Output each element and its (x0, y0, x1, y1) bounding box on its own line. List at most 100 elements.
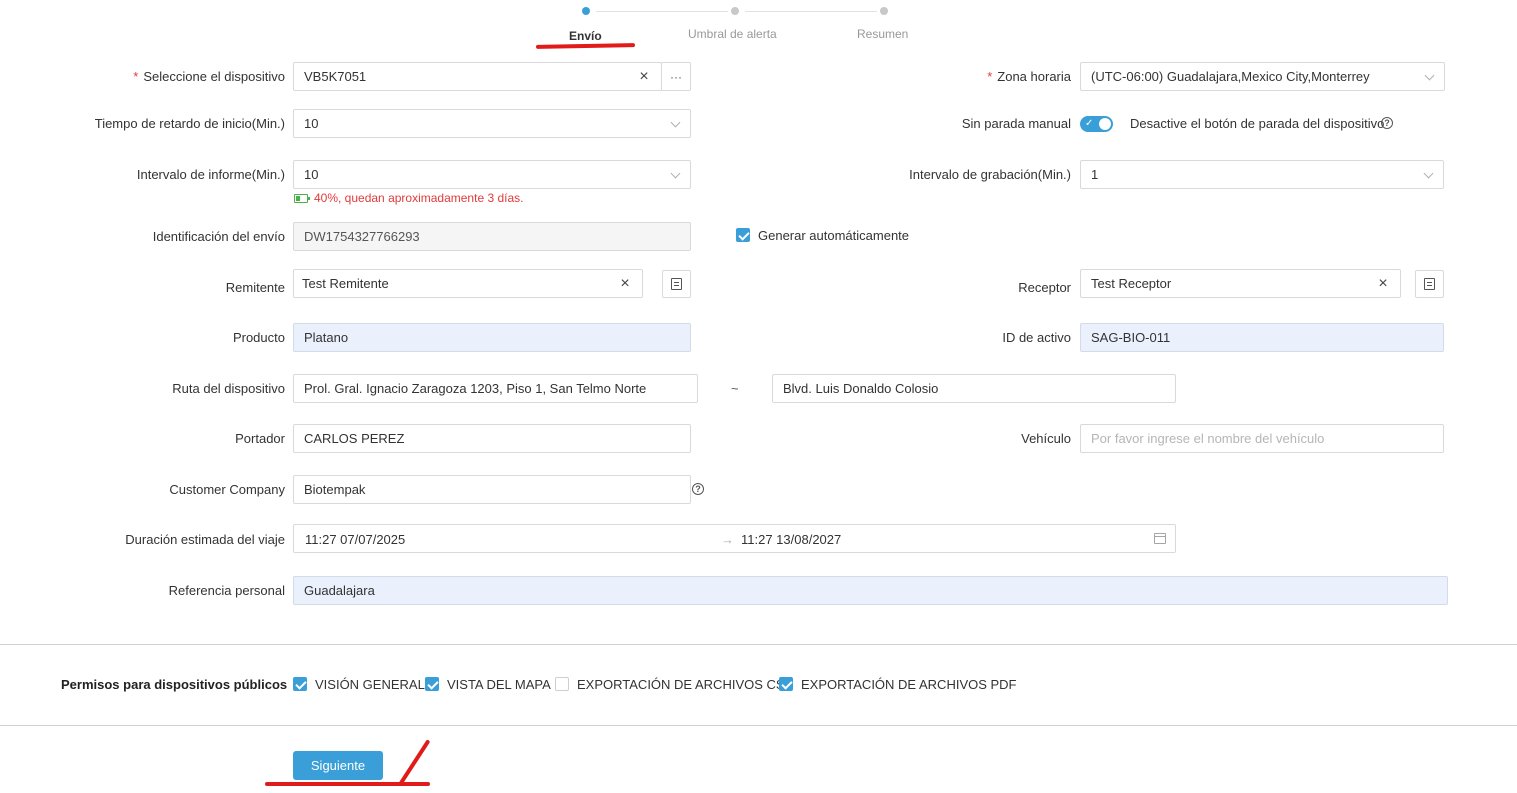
customer-company-input[interactable]: Biotempak (293, 475, 691, 504)
section-divider (0, 725, 1517, 726)
shipment-id-value: DW1754327766293 (304, 229, 420, 244)
chevron-down-icon (1423, 170, 1433, 180)
more-icon: ··· (670, 69, 682, 84)
start-delay-value: 10 (304, 116, 319, 131)
annotation-underline-button (265, 782, 430, 786)
chevron-down-icon (1424, 72, 1434, 82)
permission-overview-label: VISIÓN GENERAL (315, 677, 425, 692)
trip-duration-range[interactable]: 11:27 07/07/2025 → 11:27 13/08/2027 (293, 524, 1176, 553)
carrier-input[interactable]: CARLOS PEREZ (293, 424, 691, 453)
device-more-button[interactable]: ··· (661, 62, 691, 91)
permission-pdf-checkbox[interactable] (779, 677, 793, 691)
shipment-id-input[interactable]: DW1754327766293 (293, 222, 691, 251)
vehicle-label: Vehículo (1021, 431, 1071, 446)
device-value: VB5K7051 (304, 69, 367, 84)
receiver-value: Test Receptor (1091, 276, 1172, 291)
carrier-label: Portador (235, 431, 285, 446)
permission-pdf-label: EXPORTACIÓN DE ARCHIVOS PDF (801, 677, 1017, 692)
step-resumen[interactable]: Resumen (857, 27, 908, 41)
sender-book-button[interactable] (662, 270, 691, 298)
next-button[interactable]: Siguiente (293, 751, 383, 780)
step-connector (745, 11, 877, 12)
timezone-label: * Zona horaria (987, 69, 1071, 84)
annotation-check-stroke (397, 739, 431, 787)
receiver-label: Receptor (1018, 280, 1071, 295)
permission-csv-checkbox[interactable] (555, 677, 569, 691)
range-arrow-icon: → (721, 532, 734, 547)
step-dot-envio (582, 7, 590, 15)
timezone-select[interactable]: (UTC-06:00) Guadalajara,Mexico City,Mont… (1080, 62, 1445, 91)
manual-stop-label: Sin parada manual (961, 116, 1071, 131)
customer-company-value: Biotempak (304, 482, 366, 497)
auto-generate-checkbox[interactable] (736, 228, 750, 242)
step-dot-umbral (731, 7, 739, 15)
product-value: Platano (304, 330, 349, 345)
start-delay-label: Tiempo de retardo de inicio(Min.) (94, 116, 285, 131)
report-interval-value: 10 (304, 167, 319, 182)
permission-map-label: VISTA DEL MAPA (447, 677, 551, 692)
help-icon[interactable]: ? (692, 483, 704, 495)
chevron-down-icon (670, 119, 680, 129)
carrier-value: CARLOS PEREZ (304, 431, 405, 446)
trip-end-value[interactable]: 11:27 13/08/2027 (741, 532, 841, 547)
annotation-underline-step (535, 43, 636, 49)
required-mark: * (133, 69, 139, 84)
address-book-icon (671, 278, 682, 290)
step-dot-resumen (880, 7, 888, 15)
clear-icon[interactable]: × (1376, 275, 1390, 291)
device-label: * Seleccione el dispositivo (133, 69, 285, 84)
shipment-id-label: Identificación del envío (152, 229, 285, 244)
device-select[interactable]: VB5K7051 × (293, 62, 662, 91)
route-to-input[interactable]: Blvd. Luis Donaldo Colosio (772, 374, 1176, 403)
required-mark: * (987, 69, 993, 84)
receiver-book-button[interactable] (1415, 270, 1444, 298)
check-icon: ✓ (1085, 118, 1094, 129)
section-divider (0, 644, 1517, 645)
product-input[interactable]: Platano (293, 323, 691, 352)
sender-label: Remitente (225, 280, 285, 295)
sender-value: Test Remitente (302, 276, 389, 291)
personal-ref-input[interactable]: Guadalajara (293, 576, 1448, 605)
route-to-value: Blvd. Luis Donaldo Colosio (783, 381, 939, 396)
step-connector (596, 11, 728, 12)
help-icon[interactable]: ? (1381, 117, 1393, 129)
clear-icon[interactable]: × (637, 68, 651, 84)
sender-input[interactable]: Test Remitente × (293, 269, 643, 298)
report-interval-label: Intervalo de informe(Min.) (136, 167, 285, 182)
asset-id-input[interactable]: SAG-BIO-011 (1080, 323, 1444, 352)
manual-stop-toggle[interactable]: ✓ (1080, 116, 1113, 132)
customer-company-label: Customer Company (169, 482, 285, 497)
permission-map-checkbox[interactable] (425, 677, 439, 691)
vehicle-input[interactable]: Por favor ingrese el nombre del vehículo (1080, 424, 1444, 453)
calendar-icon[interactable] (1154, 533, 1166, 544)
route-from-input[interactable]: Prol. Gral. Ignacio Zaragoza 1203, Piso … (293, 374, 698, 403)
step-umbral[interactable]: Umbral de alerta (688, 27, 777, 41)
report-interval-select[interactable]: 10 (293, 160, 691, 189)
step-envio[interactable]: Envío (569, 29, 602, 43)
permission-overview-checkbox[interactable] (293, 677, 307, 691)
timezone-value: (UTC-06:00) Guadalajara,Mexico City,Mont… (1091, 69, 1370, 84)
battery-note: 40%, quedan aproximadamente 3 días. (314, 191, 524, 205)
route-separator: ~ (731, 381, 739, 396)
personal-ref-label: Referencia personal (168, 583, 285, 598)
chevron-down-icon (670, 170, 680, 180)
receiver-input[interactable]: Test Receptor × (1080, 269, 1401, 298)
manual-stop-description: Desactive el botón de parada del disposi… (1130, 116, 1385, 131)
address-book-icon (1424, 278, 1435, 290)
personal-ref-value: Guadalajara (304, 583, 375, 598)
asset-id-label: ID de activo (1002, 330, 1071, 345)
record-interval-label: Intervalo de grabación(Min.) (909, 167, 1071, 182)
clear-icon[interactable]: × (618, 275, 632, 291)
start-delay-select[interactable]: 10 (293, 109, 691, 138)
product-label: Producto (232, 330, 285, 345)
route-label: Ruta del dispositivo (172, 381, 285, 396)
route-from-value: Prol. Gral. Ignacio Zaragoza 1203, Piso … (304, 381, 647, 396)
trip-start-value[interactable]: 11:27 07/07/2025 (305, 532, 405, 547)
permission-csv-label: EXPORTACIÓN DE ARCHIVOS CSV (577, 677, 794, 692)
trip-duration-label: Duración estimada del viaje (125, 532, 285, 547)
battery-icon (294, 194, 310, 203)
auto-generate-label: Generar automáticamente (758, 228, 910, 243)
permissions-label: Permisos para dispositivos públicos (61, 677, 288, 692)
record-interval-select[interactable]: 1 (1080, 160, 1444, 189)
toggle-knob (1099, 118, 1111, 130)
